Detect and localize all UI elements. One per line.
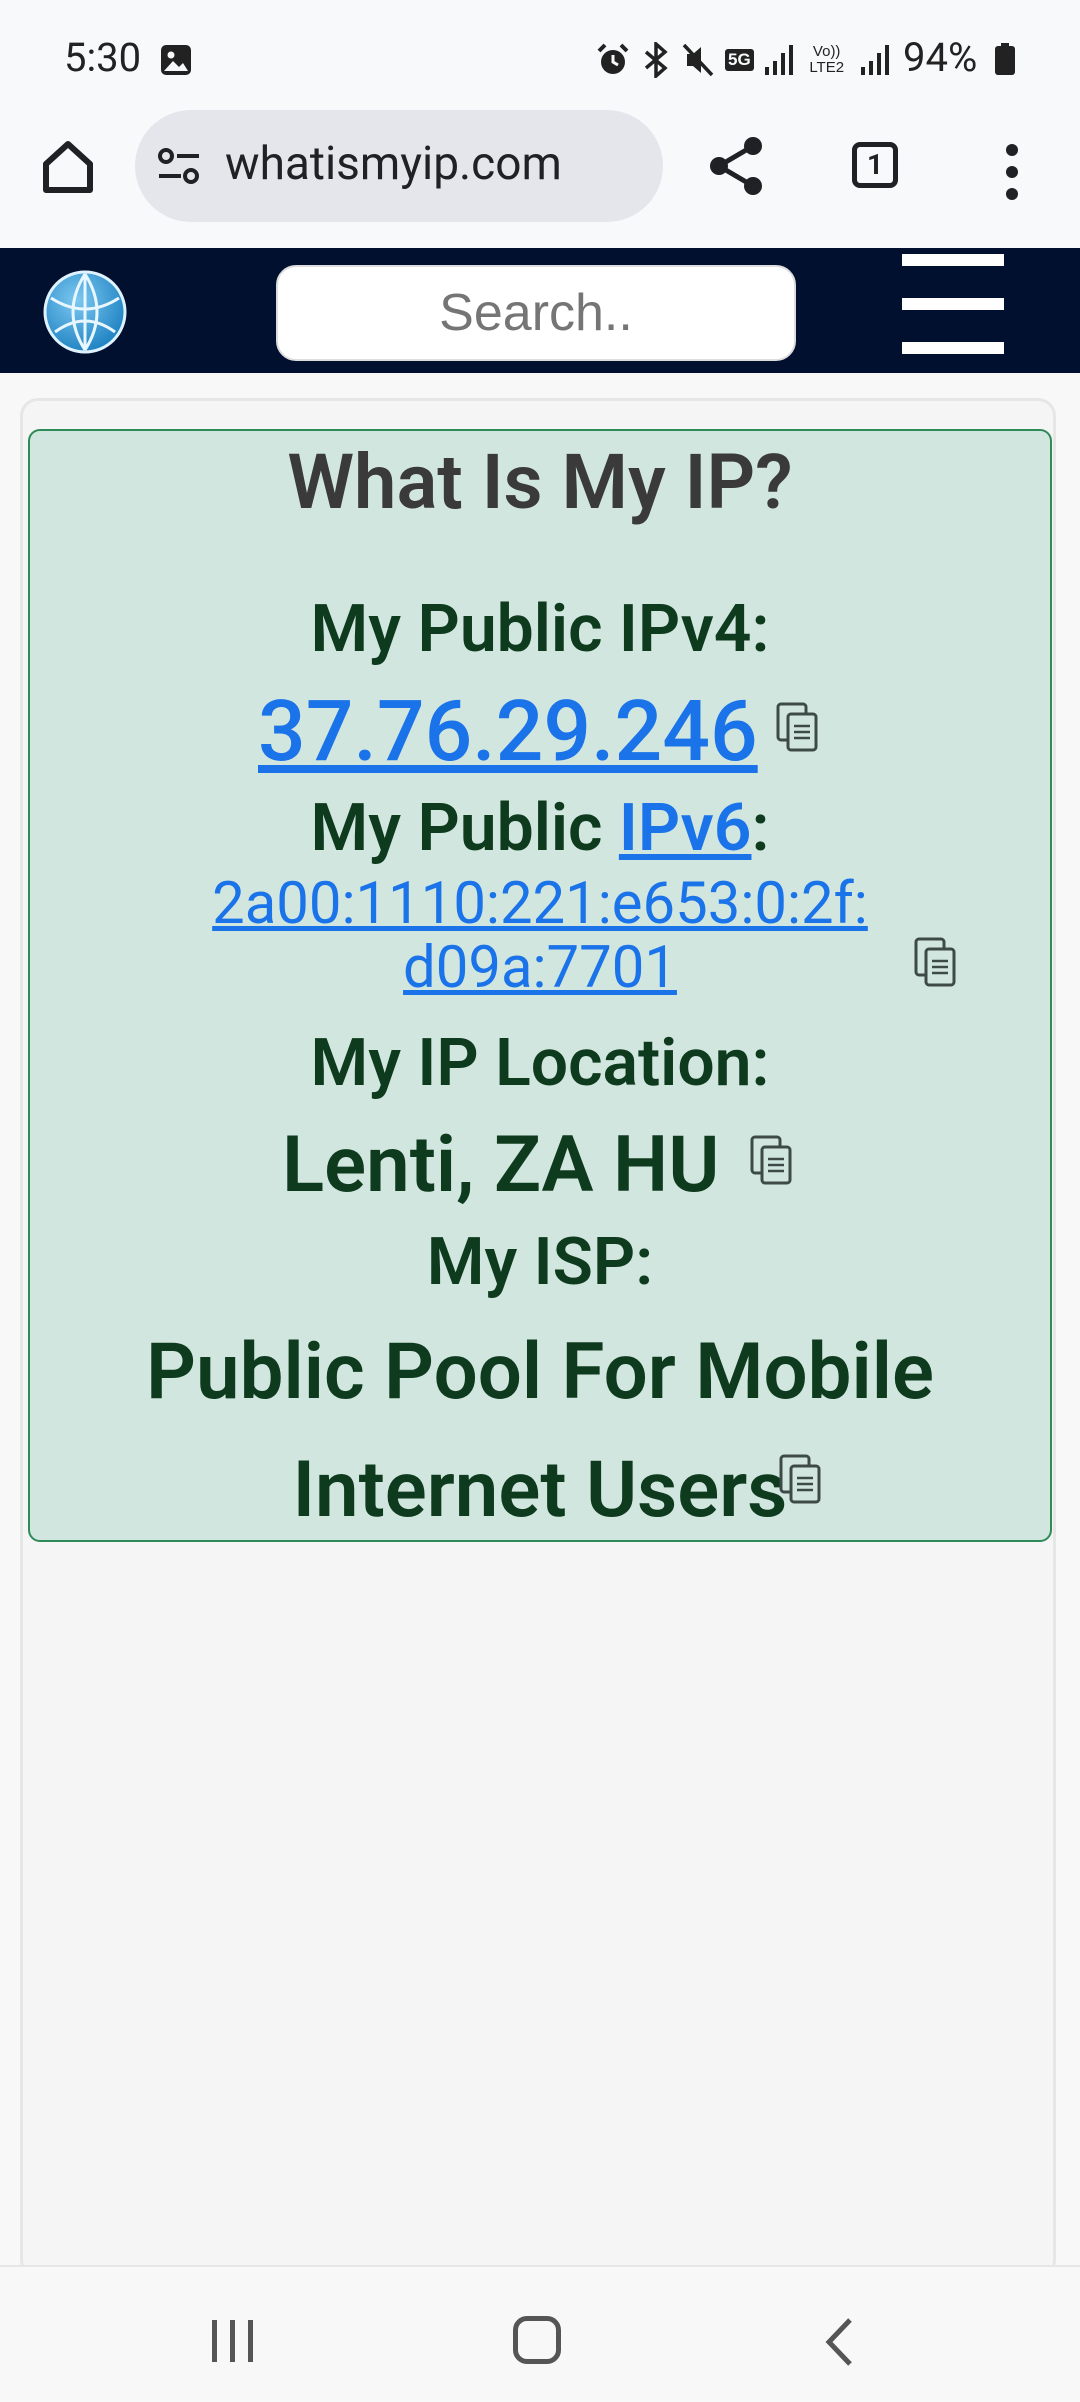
ipv6-label: My Public IPv6: bbox=[30, 790, 1050, 867]
site-settings-icon[interactable] bbox=[157, 146, 201, 186]
copy-ipv6-icon[interactable] bbox=[914, 937, 958, 989]
status-time: 5:30 bbox=[64, 34, 142, 81]
alarm-icon bbox=[597, 43, 629, 74]
copy-ipv4-icon[interactable] bbox=[776, 702, 820, 754]
ipv4-label: My Public IPv4: bbox=[310, 591, 770, 668]
signal-icon bbox=[764, 45, 793, 75]
isp-value: Public Pool For Mobile Internet Users bbox=[30, 1314, 1050, 1550]
share-icon[interactable] bbox=[705, 134, 769, 198]
home-icon[interactable] bbox=[38, 136, 98, 196]
isp-value-line2: Internet Users bbox=[292, 1445, 788, 1536]
location-value: Lenti, ZA HU bbox=[282, 1120, 720, 1211]
browser-toolbar: whatismyip.com 1 bbox=[0, 110, 1080, 248]
system-navigation-bar bbox=[0, 2265, 1080, 2402]
signal-icon-2 bbox=[860, 45, 889, 75]
hamburger-menu-icon[interactable] bbox=[902, 254, 1004, 354]
ipv6-info-link[interactable]: IPv6 bbox=[619, 790, 752, 867]
site-logo[interactable] bbox=[43, 270, 127, 354]
status-bar: 5:30 5G Vo)) LTE2 94% bbox=[0, 0, 1080, 110]
network-5g-indicator: 5G bbox=[725, 49, 754, 71]
status-icons: 5G Vo)) LTE2 bbox=[595, 38, 890, 82]
ipv4-address-link[interactable]: 37.76.29.246 bbox=[258, 682, 758, 781]
copy-isp-icon[interactable] bbox=[779, 1454, 823, 1506]
ipv6-address-link-line2[interactable]: d09a:7701 bbox=[403, 934, 677, 1002]
location-label: My IP Location: bbox=[310, 1025, 770, 1102]
ipv6-label-colon: : bbox=[751, 790, 770, 867]
mute-icon bbox=[682, 43, 714, 77]
isp-label: My ISP: bbox=[426, 1224, 654, 1301]
search-input[interactable] bbox=[276, 265, 796, 361]
battery-percent: 94% bbox=[903, 34, 978, 81]
more-options-icon[interactable] bbox=[992, 142, 1032, 202]
volte-indicator: Vo)) LTE2 bbox=[809, 43, 845, 76]
ipv6-address-link-line1[interactable]: 2a00:1110:221:e653:0:2f: bbox=[212, 870, 868, 938]
copy-location-icon[interactable] bbox=[750, 1135, 794, 1187]
bluetooth-icon bbox=[644, 42, 668, 78]
recent-apps-icon[interactable] bbox=[210, 2320, 256, 2362]
battery-icon bbox=[995, 43, 1015, 75]
ipv6-label-text: My Public bbox=[310, 790, 619, 867]
isp-value-line1: Public Pool For Mobile bbox=[146, 1327, 934, 1418]
page-title: What Is My IP? bbox=[287, 437, 793, 527]
gallery-notification-icon bbox=[161, 45, 191, 75]
url-text[interactable]: whatismyip.com bbox=[225, 137, 562, 191]
tab-switcher-button[interactable]: 1 bbox=[852, 142, 898, 188]
home-nav-icon[interactable] bbox=[513, 2316, 561, 2364]
ip-info-card: What Is My IP? My Public IPv4: 37.76.29.… bbox=[28, 429, 1052, 1542]
ipv6-address: 2a00:1110:221:e653:0:2f: d09a:7701 bbox=[30, 872, 1050, 1000]
site-header bbox=[0, 248, 1080, 373]
address-bar[interactable]: whatismyip.com bbox=[135, 110, 663, 222]
back-icon[interactable] bbox=[824, 2317, 854, 2367]
